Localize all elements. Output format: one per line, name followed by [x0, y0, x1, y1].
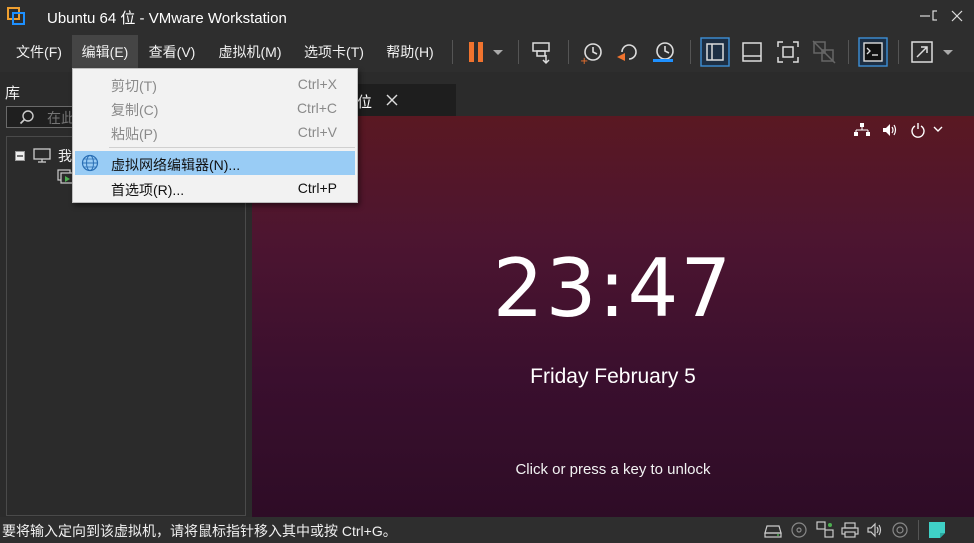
- menu-item-copy: 复制(C) Ctrl+C: [111, 100, 337, 118]
- menu-item-virtual-network-editor[interactable]: 虚拟网络编辑器(N)...: [75, 151, 355, 175]
- status-message: 要将输入定向到该虚拟机，请将鼠标指针移入其中或按 Ctrl+G。: [2, 523, 397, 539]
- network-icon[interactable]: [854, 123, 870, 137]
- snapshot-manager-icon[interactable]: [650, 38, 678, 66]
- display-icon[interactable]: [891, 521, 909, 539]
- edit-menu-dropdown: 剪切(T) Ctrl+X 复制(C) Ctrl+C 粘贴(P) Ctrl+V 虚…: [72, 68, 358, 203]
- globe-icon: [81, 154, 99, 172]
- menu-separator: [109, 147, 355, 148]
- unity-icon: [812, 40, 836, 64]
- cd-drive-icon[interactable]: [790, 521, 808, 539]
- collapse-icon[interactable]: [15, 151, 25, 161]
- menu-item-paste: 粘贴(P) Ctrl+V: [111, 124, 337, 142]
- unlock-hint: Click or press a key to unlock: [515, 461, 711, 478]
- menu-bar: 文件(F) 编辑(E) 查看(V) 虚拟机(M) 选项卡(T) 帮助(H) +: [0, 32, 974, 72]
- snapshot-icon[interactable]: +: [578, 38, 606, 66]
- vmware-logo-icon: [7, 7, 25, 25]
- console-view-icon[interactable]: [858, 37, 888, 67]
- system-tray[interactable]: [854, 120, 974, 140]
- send-ctrl-alt-del-icon[interactable]: [528, 38, 556, 66]
- hard-disk-icon[interactable]: [764, 521, 782, 539]
- menu-item-preferences[interactable]: 首选项(R)... Ctrl+P: [75, 176, 355, 200]
- title-bar: Ubuntu 64 位 - VMware Workstation: [0, 0, 974, 32]
- dropdown-arrow-icon[interactable]: [938, 38, 958, 66]
- lock-screen-clock: 23:47: [492, 242, 734, 335]
- notes-icon[interactable]: [928, 521, 946, 539]
- maximize-icon[interactable]: [917, 6, 937, 26]
- stretch-guest-icon[interactable]: [908, 38, 936, 66]
- lock-screen-date: Friday February 5: [530, 365, 696, 388]
- vm-display[interactable]: 23:47 Friday February 5 Click or press a…: [252, 116, 974, 517]
- tree-item-my-computer[interactable]: 我: [58, 146, 72, 166]
- printer-icon[interactable]: [841, 521, 859, 539]
- window-title: Ubuntu 64 位 - VMware Workstation: [47, 10, 287, 27]
- close-icon[interactable]: [947, 6, 967, 26]
- revert-snapshot-icon[interactable]: [614, 38, 642, 66]
- menu-edit[interactable]: 编辑(E): [72, 35, 138, 69]
- menu-tabs[interactable]: 选项卡(T): [296, 35, 372, 69]
- library-title: 库: [5, 85, 21, 102]
- volume-icon[interactable]: [882, 123, 898, 137]
- search-icon: [19, 110, 34, 125]
- menu-vm[interactable]: 虚拟机(M): [208, 35, 292, 69]
- menu-file[interactable]: 文件(F): [8, 35, 70, 69]
- tab-label: 位: [357, 94, 373, 111]
- svg-text:+: +: [580, 56, 588, 66]
- network-adapter-icon[interactable]: [816, 521, 834, 539]
- thumbnail-bar-icon[interactable]: [738, 38, 766, 66]
- full-screen-icon[interactable]: [774, 38, 802, 66]
- chevron-down-icon[interactable]: [932, 124, 944, 134]
- menu-item-cut: 剪切(T) Ctrl+X: [111, 76, 337, 94]
- menu-help[interactable]: 帮助(H): [378, 35, 442, 69]
- show-library-icon[interactable]: [700, 37, 730, 67]
- tab-ubuntu[interactable]: 位: [352, 84, 456, 116]
- computer-icon: [33, 148, 51, 163]
- status-bar: 要将输入定向到该虚拟机，请将鼠标指针移入其中或按 Ctrl+G。: [0, 517, 974, 543]
- power-icon[interactable]: [910, 122, 926, 138]
- pause-icon[interactable]: [462, 38, 490, 66]
- sound-card-icon[interactable]: [866, 521, 884, 539]
- tab-strip: 位: [252, 76, 974, 116]
- dropdown-arrow-icon[interactable]: [488, 38, 508, 66]
- menu-view[interactable]: 查看(V): [140, 35, 204, 69]
- close-icon[interactable]: [385, 93, 399, 107]
